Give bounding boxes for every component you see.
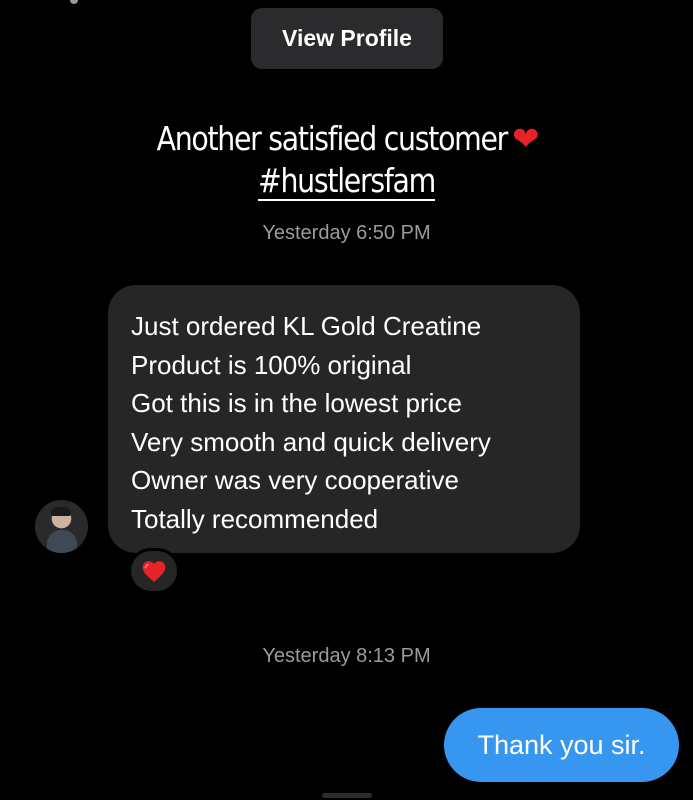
outgoing-message-bubble[interactable]: Thank you sir. — [444, 708, 679, 782]
incoming-message-bubble[interactable]: Just ordered KL Gold Creatine Product is… — [108, 285, 580, 553]
heart-icon — [142, 561, 166, 583]
user-avatar[interactable] — [35, 500, 88, 553]
message-line: Product is 100% original — [131, 349, 412, 380]
message-line: Totally recommended — [131, 503, 379, 534]
story-hashtag[interactable]: #hustlersfam — [49, 160, 645, 202]
message-line: Very smooth and quick delivery — [131, 426, 491, 457]
story-caption-text: Another satisfied customer — [156, 119, 509, 158]
message-line: Just ordered KL Gold Creatine — [131, 311, 482, 341]
story-caption-line-1: Another satisfied customer ❤ — [49, 118, 645, 160]
status-dot — [70, 0, 78, 4]
story-caption: Another satisfied customer ❤ #hustlersfam — [0, 118, 693, 202]
message-line: Owner was very cooperative — [131, 465, 460, 495]
red-heart-icon: ❤ — [512, 119, 539, 158]
avatar-body — [47, 530, 77, 553]
view-profile-button[interactable]: View Profile — [251, 8, 443, 69]
reaction-badge[interactable] — [128, 548, 180, 594]
message-line: Got this is in the lowest price — [131, 388, 462, 418]
outgoing-message-text: Thank you sir. — [477, 729, 646, 760]
timestamp: Yesterday 6:50 PM — [262, 222, 431, 244]
timestamp: Yesterday 8:13 PM — [262, 645, 431, 667]
avatar-hair — [51, 507, 71, 516]
home-indicator — [322, 793, 372, 798]
bottom-bar — [0, 790, 693, 800]
